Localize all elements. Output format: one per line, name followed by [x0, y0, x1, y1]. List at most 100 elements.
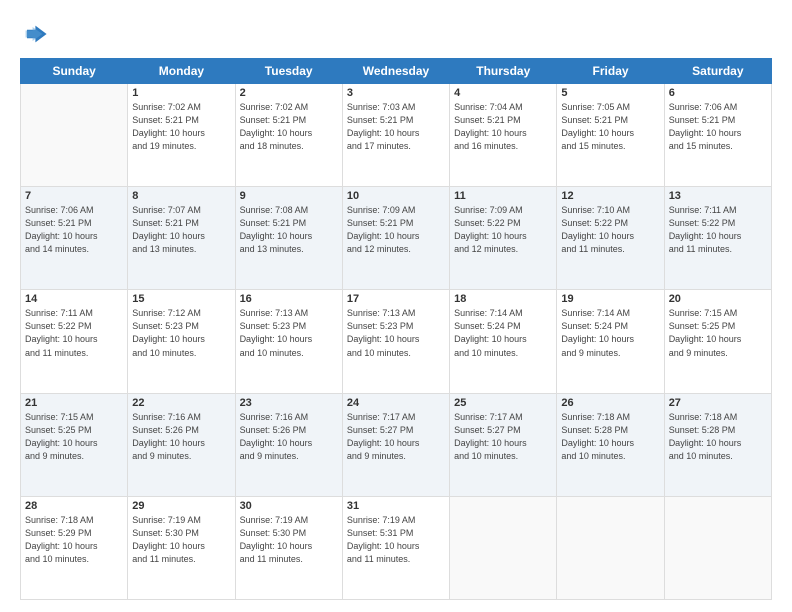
weekday-header: Wednesday — [342, 59, 449, 84]
calendar-cell: 31 Sunrise: 7:19 AM Sunset: 5:31 PM Dayli… — [342, 496, 449, 599]
day-number: 20 — [669, 293, 767, 305]
day-number: 19 — [561, 293, 659, 305]
calendar-cell: 29 Sunrise: 7:19 AM Sunset: 5:30 PM Dayli… — [128, 496, 235, 599]
calendar-cell — [450, 496, 557, 599]
calendar-cell: 11 Sunrise: 7:09 AM Sunset: 5:22 PM Dayli… — [450, 187, 557, 290]
weekday-header: Saturday — [664, 59, 771, 84]
calendar-cell — [664, 496, 771, 599]
calendar-cell: 22 Sunrise: 7:16 AM Sunset: 5:26 PM Dayli… — [128, 393, 235, 496]
calendar-cell: 30 Sunrise: 7:19 AM Sunset: 5:30 PM Dayli… — [235, 496, 342, 599]
day-number: 27 — [669, 397, 767, 409]
calendar-cell: 28 Sunrise: 7:18 AM Sunset: 5:29 PM Dayli… — [21, 496, 128, 599]
page: SundayMondayTuesdayWednesdayThursdayFrid… — [0, 0, 792, 612]
day-number: 8 — [132, 190, 230, 202]
header — [20, 16, 772, 48]
day-info: Sunrise: 7:19 AM Sunset: 5:30 PM Dayligh… — [240, 514, 338, 566]
day-info: Sunrise: 7:19 AM Sunset: 5:30 PM Dayligh… — [132, 514, 230, 566]
day-info: Sunrise: 7:14 AM Sunset: 5:24 PM Dayligh… — [561, 307, 659, 359]
logo — [20, 20, 50, 48]
day-number: 21 — [25, 397, 123, 409]
calendar-week-row: 21 Sunrise: 7:15 AM Sunset: 5:25 PM Dayli… — [21, 393, 772, 496]
calendar-table: SundayMondayTuesdayWednesdayThursdayFrid… — [20, 58, 772, 600]
day-number: 17 — [347, 293, 445, 305]
day-info: Sunrise: 7:18 AM Sunset: 5:29 PM Dayligh… — [25, 514, 123, 566]
day-info: Sunrise: 7:10 AM Sunset: 5:22 PM Dayligh… — [561, 204, 659, 256]
calendar-week-row: 28 Sunrise: 7:18 AM Sunset: 5:29 PM Dayli… — [21, 496, 772, 599]
day-number: 6 — [669, 87, 767, 99]
calendar-cell — [21, 84, 128, 187]
calendar-cell: 13 Sunrise: 7:11 AM Sunset: 5:22 PM Dayli… — [664, 187, 771, 290]
weekday-header: Friday — [557, 59, 664, 84]
weekday-header: Monday — [128, 59, 235, 84]
weekday-header: Thursday — [450, 59, 557, 84]
day-number: 7 — [25, 190, 123, 202]
day-number: 5 — [561, 87, 659, 99]
day-info: Sunrise: 7:17 AM Sunset: 5:27 PM Dayligh… — [347, 411, 445, 463]
calendar-cell: 26 Sunrise: 7:18 AM Sunset: 5:28 PM Dayli… — [557, 393, 664, 496]
logo-icon — [20, 20, 48, 48]
weekday-header: Tuesday — [235, 59, 342, 84]
calendar-cell: 14 Sunrise: 7:11 AM Sunset: 5:22 PM Dayli… — [21, 290, 128, 393]
calendar-cell: 21 Sunrise: 7:15 AM Sunset: 5:25 PM Dayli… — [21, 393, 128, 496]
calendar-cell: 3 Sunrise: 7:03 AM Sunset: 5:21 PM Daylig… — [342, 84, 449, 187]
day-number: 23 — [240, 397, 338, 409]
day-number: 12 — [561, 190, 659, 202]
day-info: Sunrise: 7:18 AM Sunset: 5:28 PM Dayligh… — [561, 411, 659, 463]
day-number: 1 — [132, 87, 230, 99]
day-info: Sunrise: 7:16 AM Sunset: 5:26 PM Dayligh… — [240, 411, 338, 463]
day-info: Sunrise: 7:11 AM Sunset: 5:22 PM Dayligh… — [669, 204, 767, 256]
day-info: Sunrise: 7:16 AM Sunset: 5:26 PM Dayligh… — [132, 411, 230, 463]
calendar-cell: 10Sunrise: 7:09 AM Sunset: 5:21 PM Dayli… — [342, 187, 449, 290]
calendar-cell: 1Sunrise: 7:02 AM Sunset: 5:21 PM Daylig… — [128, 84, 235, 187]
calendar-cell: 25Sunrise: 7:17 AM Sunset: 5:27 PM Dayli… — [450, 393, 557, 496]
day-info: Sunrise: 7:05 AM Sunset: 5:21 PM Dayligh… — [561, 101, 659, 153]
day-number: 13 — [669, 190, 767, 202]
day-number: 18 — [454, 293, 552, 305]
day-info: Sunrise: 7:03 AM Sunset: 5:21 PM Dayligh… — [347, 101, 445, 153]
calendar-cell: 2 Sunrise: 7:02 AM Sunset: 5:21 PM Daylig… — [235, 84, 342, 187]
day-info: Sunrise: 7:12 AM Sunset: 5:23 PM Dayligh… — [132, 307, 230, 359]
day-number: 10 — [347, 190, 445, 202]
calendar-cell: 8 Sunrise: 7:07 AM Sunset: 5:21 PM Daylig… — [128, 187, 235, 290]
calendar-cell: 23 Sunrise: 7:16 AM Sunset: 5:26 PM Dayli… — [235, 393, 342, 496]
calendar-cell: 27 Sunrise: 7:18 AM Sunset: 5:28 PM Dayli… — [664, 393, 771, 496]
calendar-cell: 17 Sunrise: 7:13 AM Sunset: 5:23 PM Dayli… — [342, 290, 449, 393]
day-info: Sunrise: 7:13 AM Sunset: 5:23 PM Dayligh… — [240, 307, 338, 359]
day-number: 26 — [561, 397, 659, 409]
calendar-cell: 6 Sunrise: 7:06 AM Sunset: 5:21 PM Daylig… — [664, 84, 771, 187]
calendar-cell: 20 Sunrise: 7:15 AM Sunset: 5:25 PM Dayli… — [664, 290, 771, 393]
calendar-cell: 15Sunrise: 7:12 AM Sunset: 5:23 PM Dayli… — [128, 290, 235, 393]
day-number: 28 — [25, 500, 123, 512]
day-number: 9 — [240, 190, 338, 202]
weekday-header: Sunday — [21, 59, 128, 84]
day-number: 29 — [132, 500, 230, 512]
day-info: Sunrise: 7:19 AM Sunset: 5:31 PM Dayligh… — [347, 514, 445, 566]
calendar-cell: 19 Sunrise: 7:14 AM Sunset: 5:24 PM Dayli… — [557, 290, 664, 393]
day-number: 3 — [347, 87, 445, 99]
calendar-cell: 12 Sunrise: 7:10 AM Sunset: 5:22 PM Dayli… — [557, 187, 664, 290]
calendar-cell: 16Sunrise: 7:13 AM Sunset: 5:23 PM Dayli… — [235, 290, 342, 393]
day-number: 14 — [25, 293, 123, 305]
day-info: Sunrise: 7:11 AM Sunset: 5:22 PM Dayligh… — [25, 307, 123, 359]
calendar-cell: 4Sunrise: 7:04 AM Sunset: 5:21 PM Daylig… — [450, 84, 557, 187]
day-number: 24 — [347, 397, 445, 409]
day-number: 31 — [347, 500, 445, 512]
day-number: 22 — [132, 397, 230, 409]
day-info: Sunrise: 7:15 AM Sunset: 5:25 PM Dayligh… — [25, 411, 123, 463]
day-info: Sunrise: 7:07 AM Sunset: 5:21 PM Dayligh… — [132, 204, 230, 256]
day-info: Sunrise: 7:02 AM Sunset: 5:21 PM Dayligh… — [240, 101, 338, 153]
day-info: Sunrise: 7:15 AM Sunset: 5:25 PM Dayligh… — [669, 307, 767, 359]
day-number: 2 — [240, 87, 338, 99]
weekday-header-row: SundayMondayTuesdayWednesdayThursdayFrid… — [21, 59, 772, 84]
day-number: 11 — [454, 190, 552, 202]
day-info: Sunrise: 7:06 AM Sunset: 5:21 PM Dayligh… — [669, 101, 767, 153]
day-info: Sunrise: 7:13 AM Sunset: 5:23 PM Dayligh… — [347, 307, 445, 359]
calendar-cell: 18Sunrise: 7:14 AM Sunset: 5:24 PM Dayli… — [450, 290, 557, 393]
calendar-week-row: 14 Sunrise: 7:11 AM Sunset: 5:22 PM Dayli… — [21, 290, 772, 393]
calendar-week-row: 1 Sunrise: 7:02 AM Sunset: 5:21 PM Daylig… — [21, 84, 772, 187]
day-number: 4 — [454, 87, 552, 99]
day-info: Sunrise: 7:18 AM Sunset: 5:28 PM Dayligh… — [669, 411, 767, 463]
calendar-week-row: 7Sunrise: 7:06 AM Sunset: 5:21 PM Daylig… — [21, 187, 772, 290]
day-info: Sunrise: 7:09 AM Sunset: 5:22 PM Dayligh… — [454, 204, 552, 256]
day-number: 30 — [240, 500, 338, 512]
